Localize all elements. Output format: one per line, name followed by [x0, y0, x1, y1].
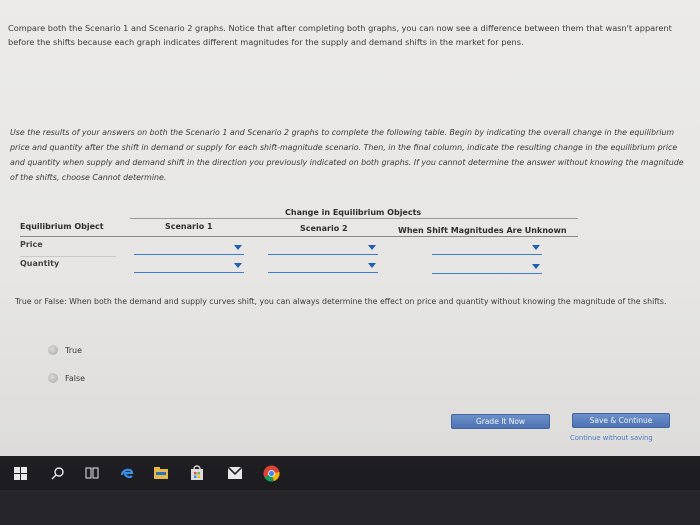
mail-icon[interactable]: [226, 464, 244, 482]
quantity-scenario-1-dropdown[interactable]: [134, 258, 244, 273]
taskbar: [0, 456, 700, 490]
file-explorer-icon[interactable]: [152, 464, 170, 482]
price-scenario-2-dropdown[interactable]: [268, 240, 378, 255]
chevron-down-icon: [368, 245, 376, 250]
intro-paragraph: Compare both the Scenario 1 and Scenario…: [8, 23, 672, 47]
column-header-unknown: When Shift Magnitudes Are Unknown: [398, 226, 567, 235]
task-view-icon[interactable]: [84, 464, 100, 482]
column-header-scenario-2: Scenario 2: [300, 224, 348, 233]
continue-without-saving-link[interactable]: Continue without saving: [570, 434, 653, 442]
table-header-divider: [20, 236, 578, 237]
instructions-paragraph: Use the results of your answers on both …: [10, 128, 684, 182]
table-group-divider: [130, 218, 578, 219]
row-label-quantity: Quantity: [20, 259, 60, 268]
true-false-question: True or False: When both the demand and …: [15, 297, 667, 306]
table-group-header: Change in Equilibrium Objects: [285, 208, 422, 217]
search-icon[interactable]: [50, 464, 66, 482]
chevron-down-icon: [368, 263, 376, 268]
browser-page: Compare both the Scenario 1 and Scenario…: [0, 0, 700, 456]
quantity-unknown-dropdown[interactable]: [432, 259, 542, 274]
edge-icon[interactable]: [118, 464, 136, 482]
row-divider: [20, 256, 116, 257]
chevron-down-icon: [234, 245, 242, 250]
column-header-object: Equilibrium Object: [20, 222, 104, 231]
save-and-continue-button[interactable]: Save & Continue: [572, 413, 670, 428]
store-icon[interactable]: [188, 464, 206, 482]
option-label: False: [65, 373, 86, 383]
grade-it-now-button[interactable]: Grade It Now: [451, 414, 550, 429]
chevron-down-icon: [532, 245, 540, 250]
quantity-scenario-2-dropdown[interactable]: [268, 258, 378, 273]
option-true[interactable]: True: [48, 345, 82, 355]
windows-start-icon[interactable]: [12, 464, 28, 482]
option-label: True: [65, 345, 82, 355]
column-header-scenario-1: Scenario 1: [165, 222, 213, 231]
radio-button[interactable]: [48, 373, 58, 383]
price-unknown-dropdown[interactable]: [432, 240, 542, 255]
chevron-down-icon: [532, 264, 540, 269]
price-scenario-1-dropdown[interactable]: [134, 240, 244, 255]
chrome-icon[interactable]: [262, 464, 280, 482]
chevron-down-icon: [234, 263, 242, 268]
row-label-price: Price: [20, 240, 43, 249]
radio-button[interactable]: [48, 345, 58, 355]
option-false[interactable]: False: [48, 373, 85, 383]
screen-bezel: [0, 490, 700, 525]
